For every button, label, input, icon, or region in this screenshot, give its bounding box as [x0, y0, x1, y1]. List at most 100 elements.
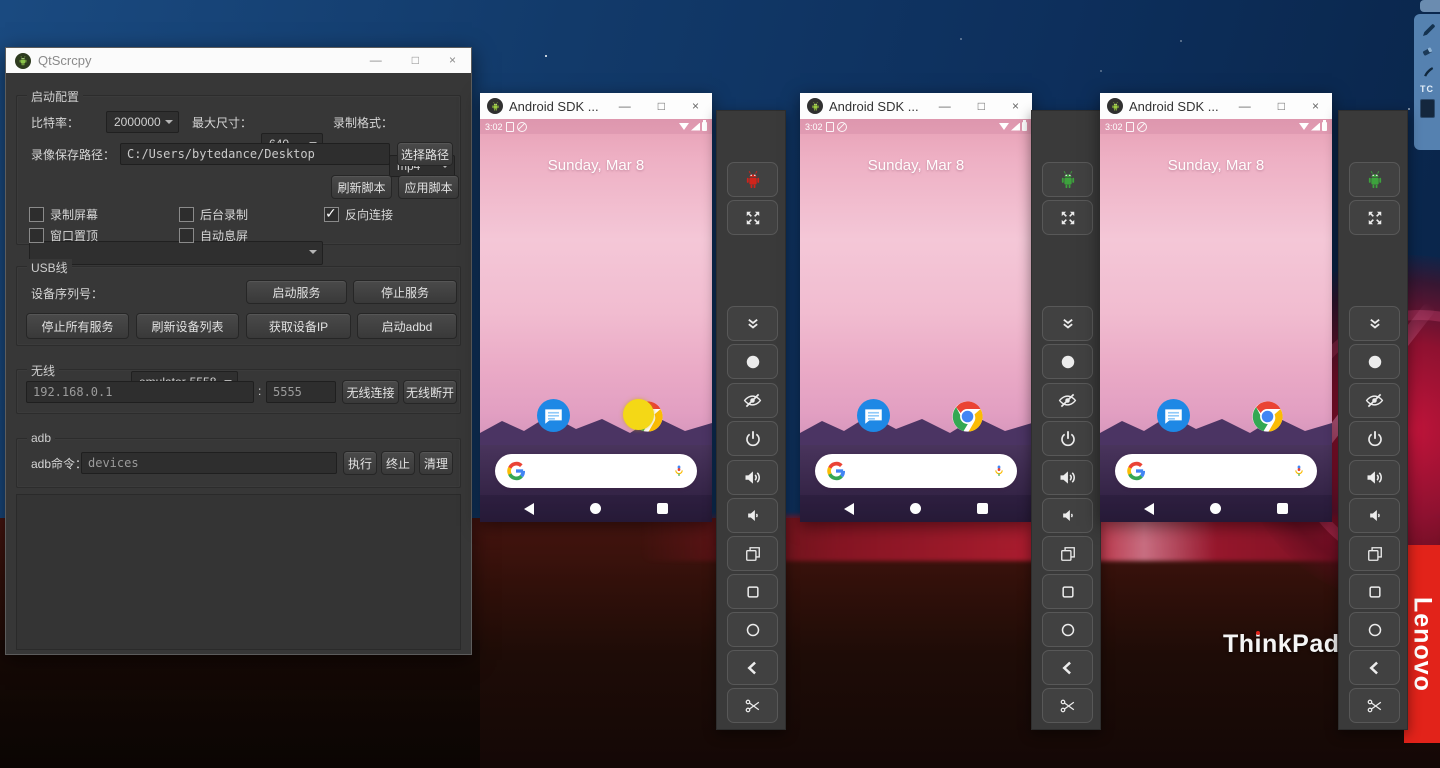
nav-recents-button[interactable]: [1277, 503, 1288, 514]
fullscreen-button[interactable]: [1042, 200, 1093, 235]
nav-back-button[interactable]: [524, 503, 534, 515]
maximize-button[interactable]: □: [658, 99, 665, 113]
screen-off-button[interactable]: [727, 383, 778, 418]
wireless-ip-input[interactable]: [26, 381, 254, 403]
mic-icon[interactable]: [992, 464, 1006, 478]
nav-recents-button[interactable]: [657, 503, 668, 514]
refresh-device-list-button[interactable]: 刷新设备列表: [136, 313, 239, 339]
menu-button[interactable]: [1042, 574, 1093, 609]
menu-button[interactable]: [1349, 574, 1400, 609]
app-switch-button[interactable]: [727, 536, 778, 571]
color-swatch[interactable]: [1420, 99, 1435, 118]
minimize-button[interactable]: —: [619, 99, 631, 113]
emulator-titlebar[interactable]: Android SDK ... — □ ×: [480, 93, 712, 119]
messages-app-icon[interactable]: [1157, 399, 1190, 432]
power-button[interactable]: [1349, 421, 1400, 456]
script-select[interactable]: [29, 241, 323, 265]
qtscrcpy-titlebar[interactable]: QtScrcpy — □ ×: [6, 48, 471, 73]
back-button[interactable]: [1349, 650, 1400, 685]
minimize-button[interactable]: —: [1239, 99, 1251, 113]
adb-clear-button[interactable]: 清理: [419, 451, 453, 475]
nav-home-button[interactable]: [910, 503, 921, 514]
adb-output-area[interactable]: [16, 494, 461, 650]
mic-icon[interactable]: [1292, 464, 1306, 478]
apply-script-button[interactable]: 应用脚本: [398, 175, 459, 199]
screenshot-button[interactable]: [1042, 688, 1093, 723]
close-button[interactable]: ×: [449, 48, 456, 73]
minimize-button[interactable]: —: [939, 99, 951, 113]
emulator-titlebar[interactable]: Android SDK ... — □ ×: [1100, 93, 1332, 119]
bitrate-select[interactable]: 2000000: [106, 111, 179, 133]
checkbox-reverse-connect[interactable]: [324, 207, 339, 222]
nav-back-button[interactable]: [844, 503, 854, 515]
choose-path-button[interactable]: 选择路径: [397, 142, 453, 166]
phone-screen[interactable]: 3:02 Sunday, Mar 8: [800, 119, 1032, 522]
close-button[interactable]: ×: [1312, 99, 1319, 113]
maximize-button[interactable]: □: [412, 48, 419, 73]
start-adbd-button[interactable]: 启动adbd: [357, 313, 457, 339]
notifications-button[interactable]: [1349, 306, 1400, 341]
checkbox-auto-screen-off[interactable]: [179, 228, 194, 243]
start-service-button[interactable]: 启动服务: [246, 280, 347, 304]
screenshot-button[interactable]: [727, 688, 778, 723]
nav-back-button[interactable]: [1144, 503, 1154, 515]
get-device-ip-button[interactable]: 获取设备IP: [246, 313, 351, 339]
volume-up-button[interactable]: [1042, 460, 1093, 495]
volume-down-button[interactable]: [1349, 498, 1400, 533]
fullscreen-button[interactable]: [1349, 200, 1400, 235]
messages-app-icon[interactable]: [537, 399, 570, 432]
volume-up-button[interactable]: [1349, 460, 1400, 495]
volume-down-button[interactable]: [1042, 498, 1093, 533]
stop-service-button[interactable]: 停止服务: [353, 280, 457, 304]
menu-button[interactable]: [727, 574, 778, 609]
phone-screen[interactable]: 3:02 Sunday, Mar 8: [480, 119, 712, 522]
chrome-app-icon[interactable]: [951, 400, 984, 433]
checkbox-window-on-top[interactable]: [29, 228, 44, 243]
power-button[interactable]: [1042, 421, 1093, 456]
messages-app-icon[interactable]: [857, 399, 890, 432]
fullscreen-button[interactable]: [727, 200, 778, 235]
group-control-button[interactable]: [1349, 162, 1400, 197]
notifications-button[interactable]: [727, 306, 778, 341]
home-button[interactable]: [1349, 612, 1400, 647]
close-button[interactable]: ×: [1012, 99, 1019, 113]
minimize-button[interactable]: —: [370, 48, 382, 73]
refresh-script-button[interactable]: 刷新脚本: [331, 175, 392, 199]
phone-screen[interactable]: 3:02 Sunday, Mar 8: [1100, 119, 1332, 522]
nav-home-button[interactable]: [1210, 503, 1221, 514]
back-button[interactable]: [727, 650, 778, 685]
touch-button[interactable]: [727, 344, 778, 379]
marker-icon[interactable]: [1420, 64, 1437, 79]
group-control-button[interactable]: [727, 162, 778, 197]
chrome-app-icon[interactable]: [1251, 400, 1284, 433]
google-search-bar[interactable]: [815, 454, 1017, 488]
touch-button[interactable]: [1349, 344, 1400, 379]
home-button[interactable]: [1042, 612, 1093, 647]
nav-home-button[interactable]: [590, 503, 601, 514]
volume-down-button[interactable]: [727, 498, 778, 533]
wireless-connect-button[interactable]: 无线连接: [342, 380, 399, 404]
close-button[interactable]: ×: [692, 99, 699, 113]
eraser-icon[interactable]: [1420, 44, 1437, 59]
checkbox-background-record[interactable]: [179, 207, 194, 222]
group-control-button[interactable]: [1042, 162, 1093, 197]
screen-off-button[interactable]: [1042, 383, 1093, 418]
home-button[interactable]: [727, 612, 778, 647]
adb-command-input[interactable]: [81, 452, 337, 474]
notifications-button[interactable]: [1042, 306, 1093, 341]
emulator-titlebar[interactable]: Android SDK ... — □ ×: [800, 93, 1032, 119]
volume-up-button[interactable]: [727, 460, 778, 495]
app-switch-button[interactable]: [1042, 536, 1093, 571]
nav-recents-button[interactable]: [977, 503, 988, 514]
back-button[interactable]: [1042, 650, 1093, 685]
touch-button[interactable]: [1042, 344, 1093, 379]
maximize-button[interactable]: □: [1278, 99, 1285, 113]
adb-execute-button[interactable]: 执行: [343, 451, 377, 475]
wireless-disconnect-button[interactable]: 无线断开: [403, 380, 457, 404]
google-search-bar[interactable]: [1115, 454, 1317, 488]
google-search-bar[interactable]: [495, 454, 697, 488]
record-path-input[interactable]: [120, 143, 390, 165]
pen-icon[interactable]: [1420, 21, 1438, 39]
screen-off-button[interactable]: [1349, 383, 1400, 418]
checkbox-record-screen[interactable]: [29, 207, 44, 222]
